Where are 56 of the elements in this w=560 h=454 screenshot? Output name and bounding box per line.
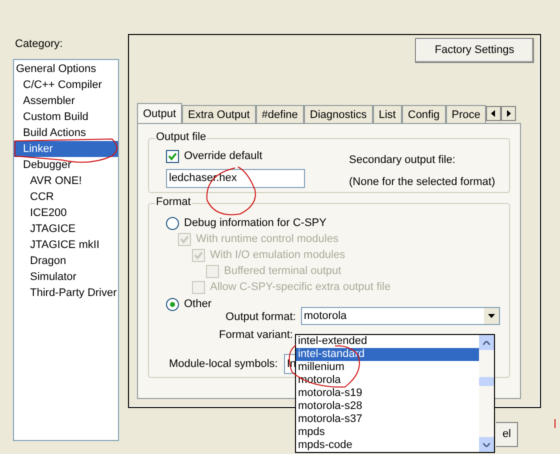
category-item[interactable]: AVR ONE!	[14, 173, 118, 189]
category-item[interactable]: Third-Party Driver	[14, 285, 118, 301]
category-item[interactable]: Custom Build	[14, 109, 118, 125]
scroll-thumb[interactable]	[479, 377, 494, 386]
scrollbar[interactable]	[479, 335, 494, 452]
format-option[interactable]: intel-extended	[296, 335, 479, 348]
other-label: Other	[184, 298, 212, 311]
secondary-output-note: (None for the selected format)	[349, 174, 496, 190]
tab[interactable]: List	[372, 105, 402, 123]
category-item[interactable]: Dragon	[14, 253, 118, 269]
debug-info-label: Debug information for C-SPY	[184, 216, 326, 231]
format-option[interactable]: motorola-s19	[296, 387, 479, 400]
format-option[interactable]: motorola-s28	[296, 400, 479, 413]
format-variant-label: Format variant:	[219, 329, 293, 342]
tab[interactable]: Diagnostics	[304, 105, 373, 123]
scroll-up-icon[interactable]	[479, 335, 494, 350]
radio-button[interactable]	[166, 216, 179, 230]
format-option[interactable]: mpds	[296, 426, 479, 439]
factory-settings-button[interactable]: Factory Settings	[415, 38, 534, 63]
radio-button[interactable]	[166, 298, 179, 311]
category-item[interactable]: Assembler	[14, 93, 118, 109]
option-label: Buffered terminal output	[224, 264, 342, 279]
tab-scroll-right-icon[interactable]	[501, 106, 516, 121]
option-label: With runtime control modules	[196, 232, 338, 247]
scroll-down-icon[interactable]	[479, 437, 494, 452]
category-item[interactable]: ICE200	[14, 205, 118, 221]
category-item[interactable]: Debugger	[14, 157, 118, 173]
secondary-output-label: Secondary output file:	[349, 153, 456, 168]
category-label: Category:	[15, 38, 64, 51]
module-local-symbols-label: Module-local symbols:	[169, 356, 278, 372]
format-option[interactable]: mpds-code	[296, 439, 479, 452]
cancel-button[interactable]: el	[496, 422, 518, 447]
tab[interactable]: Proce	[446, 105, 486, 123]
override-label: Override default	[184, 149, 262, 164]
format-option[interactable]: millenium	[296, 361, 479, 374]
option-label: With I/O emulation modules	[210, 248, 346, 263]
tab[interactable]: Config	[402, 105, 446, 123]
category-item[interactable]: CCR	[14, 189, 118, 205]
tab-scroll-left-icon[interactable]	[486, 106, 502, 121]
tab[interactable]: Output	[137, 103, 182, 123]
annotation-mark	[554, 418, 556, 428]
category-item[interactable]: JTAGICE	[14, 221, 118, 237]
option-label: Allow C-SPY-specific extra output file	[210, 280, 391, 295]
category-item[interactable]: Build Actions	[14, 125, 118, 141]
group-title: Output file	[155, 131, 208, 144]
category-item[interactable]: General Options	[14, 61, 118, 77]
tab[interactable]: #define	[256, 105, 304, 123]
category-item[interactable]: C/C++ Compiler	[14, 77, 118, 93]
category-item[interactable]: Linker	[14, 141, 118, 157]
output-format-dropdown[interactable]: motorola	[300, 307, 500, 325]
checkbox[interactable]	[166, 150, 179, 163]
category-item[interactable]: JTAGICE mkII	[14, 237, 118, 253]
tab[interactable]: Extra Output	[182, 105, 256, 123]
output-format-label: Output format:	[226, 310, 296, 325]
format-option[interactable]: motorola-s37	[296, 413, 479, 426]
category-item[interactable]: Simulator	[14, 269, 118, 285]
